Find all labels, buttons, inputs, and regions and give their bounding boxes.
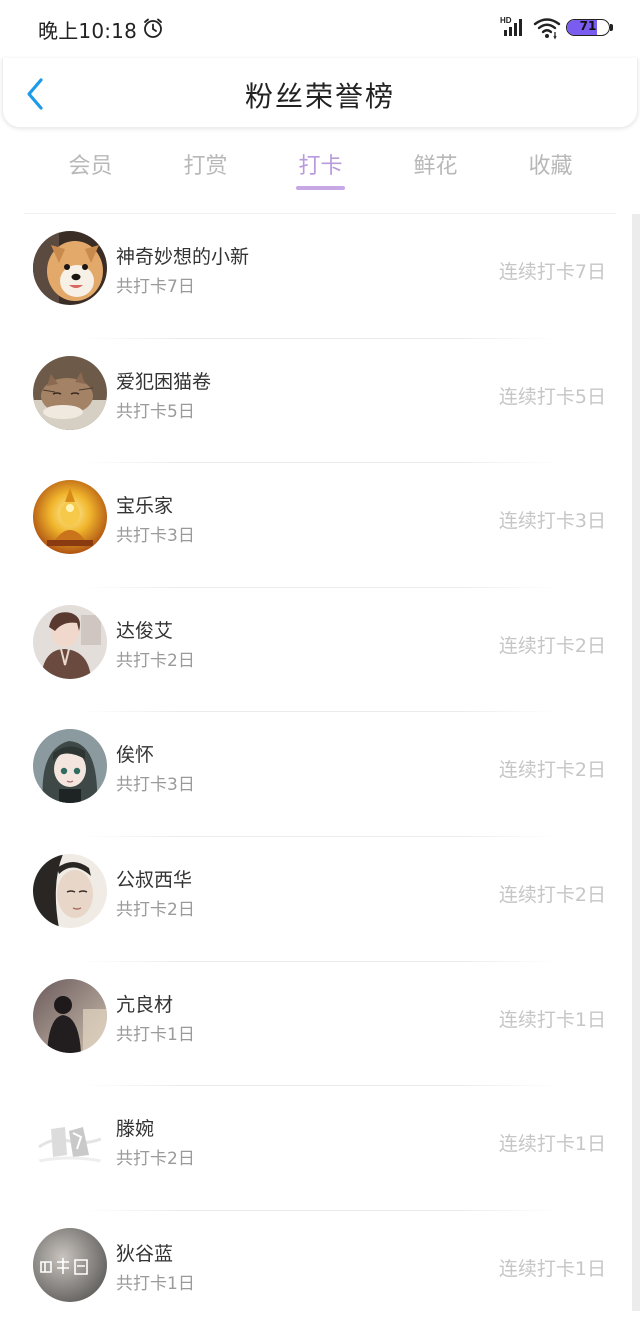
fan-name: 亢良材	[116, 993, 174, 1016]
total-checkins: 共打卡1日	[116, 1024, 195, 1045]
total-checkins: 共打卡3日	[116, 775, 195, 796]
status-time: 晚上10:18	[38, 19, 138, 43]
status-bar: 晚上10:18 HD 71	[0, 0, 640, 58]
total-checkins: 共打卡7日	[116, 277, 195, 297]
battery-cap	[610, 24, 613, 31]
fan-name: 俟怀	[116, 744, 155, 767]
fan-name: 爱犯困猫卷	[116, 370, 212, 393]
fan-list: 神奇妙想的小新 共打卡7日 连续打卡7日 爱犯困猫卷 共打卡5日 连续打卡5日	[0, 214, 632, 1335]
scrollbar[interactable]	[632, 214, 640, 1311]
tab-membership[interactable]: 会员	[33, 148, 148, 180]
total-checkins: 共打卡1日	[116, 1273, 195, 1294]
fan-name: 滕婉	[116, 1118, 155, 1141]
list-item[interactable]: 滕婉 共打卡2日 连续打卡1日	[0, 1086, 632, 1211]
list-item[interactable]: 宝乐家 共打卡3日 连续打卡3日	[0, 463, 632, 588]
fan-name: 神奇妙想的小新	[116, 246, 250, 268]
avatar[interactable]	[33, 978, 107, 1053]
avatar[interactable]	[33, 231, 107, 305]
avatar[interactable]	[33, 1227, 107, 1302]
fan-name: 达俊艾	[116, 619, 174, 642]
tab-flowers[interactable]: 鲜花	[378, 148, 493, 180]
total-checkins: 共打卡2日	[116, 899, 195, 920]
signal-icon: HD	[500, 15, 528, 39]
streak-checkins: 连续打卡2日	[498, 759, 606, 782]
page-title: 粉丝荣誉榜	[244, 80, 395, 113]
total-checkins: 共打卡3日	[116, 526, 195, 547]
list-item[interactable]: 爱犯困猫卷 共打卡5日 连续打卡5日	[0, 339, 632, 464]
avatar[interactable]	[33, 480, 107, 555]
list-item[interactable]: 公叔西华 共打卡2日 连续打卡2日	[0, 837, 632, 962]
avatar[interactable]	[33, 1103, 107, 1178]
list-item[interactable]: 狄谷蓝 共打卡1日 连续打卡1日	[0, 1211, 632, 1335]
header-bar: 粉丝荣誉榜	[2, 58, 638, 128]
total-checkins: 共打卡2日	[116, 650, 195, 671]
streak-checkins: 连续打卡1日	[498, 1008, 606, 1031]
tab-bar: 会员 打赏 打卡 鲜花 收藏	[0, 140, 640, 198]
streak-checkins: 连续打卡2日	[498, 634, 606, 657]
avatar[interactable]	[33, 604, 107, 679]
avatar[interactable]	[33, 853, 107, 928]
tab-checkin[interactable]: 打卡	[263, 148, 378, 180]
fan-name: 狄谷蓝	[116, 1242, 174, 1265]
battery-level: 71	[579, 19, 597, 33]
avatar[interactable]	[33, 355, 107, 430]
wifi-icon	[533, 16, 561, 40]
alarm-icon	[142, 17, 164, 39]
avatar[interactable]	[33, 729, 107, 804]
streak-checkins: 连续打卡1日	[498, 1133, 606, 1156]
total-checkins: 共打卡2日	[116, 1149, 195, 1170]
fan-name: 公叔西华	[116, 868, 193, 891]
list-item[interactable]: 神奇妙想的小新 共打卡7日 连续打卡7日	[0, 214, 632, 339]
streak-checkins: 连续打卡2日	[498, 883, 606, 906]
streak-checkins: 连续打卡3日	[498, 510, 606, 533]
streak-checkins: 连续打卡7日	[498, 261, 606, 283]
list-item[interactable]: 达俊艾 共打卡2日 连续打卡2日	[0, 588, 632, 713]
battery-icon: 71	[566, 19, 610, 36]
list-item[interactable]: 俟怀 共打卡3日 连续打卡2日	[0, 712, 632, 837]
tab-tipping[interactable]: 打赏	[148, 148, 263, 180]
streak-checkins: 连续打卡5日	[498, 385, 606, 408]
list-item[interactable]: 亢良材 共打卡1日 连续打卡1日	[0, 962, 632, 1087]
active-tab-indicator	[296, 186, 345, 190]
streak-checkins: 连续打卡1日	[498, 1257, 606, 1280]
total-checkins: 共打卡5日	[116, 401, 195, 422]
fan-name: 宝乐家	[116, 495, 174, 518]
tab-favorites[interactable]: 收藏	[493, 148, 608, 180]
signal-hd-label: HD	[500, 16, 512, 25]
